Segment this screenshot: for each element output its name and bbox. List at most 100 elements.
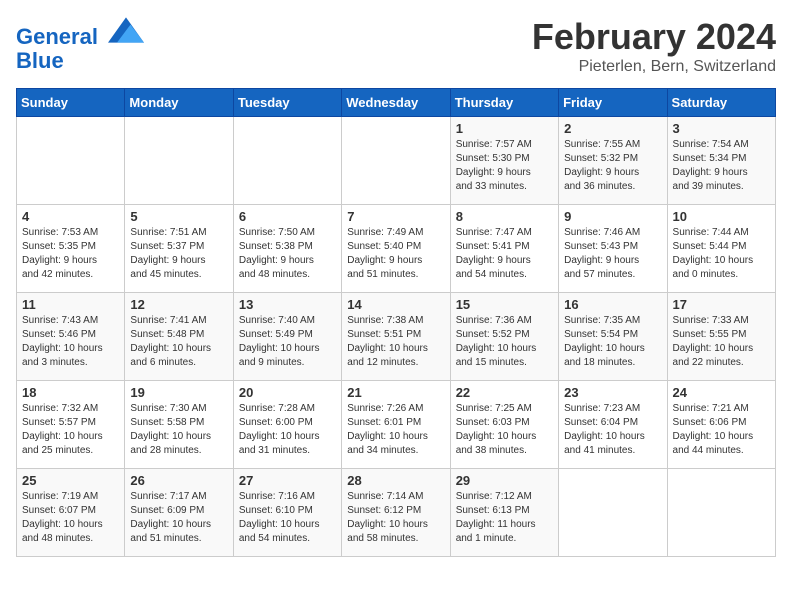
day-number: 20 <box>239 385 336 400</box>
calendar-cell: 29Sunrise: 7:12 AM Sunset: 6:13 PM Dayli… <box>450 469 558 557</box>
day-number: 26 <box>130 473 227 488</box>
day-info: Sunrise: 7:54 AM Sunset: 5:34 PM Dayligh… <box>673 138 770 194</box>
calendar-cell: 28Sunrise: 7:14 AM Sunset: 6:12 PM Dayli… <box>342 469 450 557</box>
calendar-cell: 3 Sunrise: 7:54 AM Sunset: 5:34 PM Daylig… <box>667 117 775 205</box>
day-number: 22 <box>456 385 553 400</box>
calendar-cell: 13 Sunrise: 7:40 AM Sunset: 5:49 PM Dayli… <box>233 293 341 381</box>
day-info: Sunrise: 7:44 AM Sunset: 5:44 PM Dayligh… <box>673 226 770 282</box>
calendar-cell <box>17 117 125 205</box>
calendar-cell: 9Sunrise: 7:46 AM Sunset: 5:43 PM Daylig… <box>559 205 667 293</box>
calendar-cell: 8Sunrise: 7:47 AM Sunset: 5:41 PM Daylig… <box>450 205 558 293</box>
calendar-cell: 21 Sunrise: 7:26 AM Sunset: 6:01 PM Dayli… <box>342 381 450 469</box>
day-info: Sunrise: 7:32 AM Sunset: 5:57 PM Dayligh… <box>22 402 119 458</box>
calendar-cell: 2Sunrise: 7:55 AM Sunset: 5:32 PM Daylig… <box>559 117 667 205</box>
day-info: Sunrise: 7:57 AM Sunset: 5:30 PM Dayligh… <box>456 138 553 194</box>
col-header-sunday: Sunday <box>17 89 125 117</box>
calendar-cell: 14 Sunrise: 7:38 AM Sunset: 5:51 PM Dayli… <box>342 293 450 381</box>
day-number: 29 <box>456 473 553 488</box>
day-number: 1 <box>456 121 553 136</box>
logo: General Blue <box>16 16 144 73</box>
day-number: 4 <box>22 209 119 224</box>
day-info: Sunrise: 7:30 AM Sunset: 5:58 PM Dayligh… <box>130 402 227 458</box>
title-block: February 2024 Pieterlen, Bern, Switzerla… <box>532 16 776 76</box>
logo-blue: Blue <box>16 48 64 73</box>
calendar-cell: 6 Sunrise: 7:50 AM Sunset: 5:38 PM Daylig… <box>233 205 341 293</box>
day-info: Sunrise: 7:38 AM Sunset: 5:51 PM Dayligh… <box>347 314 444 370</box>
calendar-cell: 23 Sunrise: 7:23 AM Sunset: 6:04 PM Dayli… <box>559 381 667 469</box>
calendar-week-3: 11 Sunrise: 7:43 AM Sunset: 5:46 PM Dayli… <box>17 293 776 381</box>
day-info: Sunrise: 7:21 AM Sunset: 6:06 PM Dayligh… <box>673 402 770 458</box>
day-info: Sunrise: 7:43 AM Sunset: 5:46 PM Dayligh… <box>22 314 119 370</box>
calendar-cell <box>559 469 667 557</box>
calendar-table: SundayMondayTuesdayWednesdayThursdayFrid… <box>16 88 776 557</box>
calendar-cell <box>125 117 233 205</box>
day-info: Sunrise: 7:16 AM Sunset: 6:10 PM Dayligh… <box>239 490 336 546</box>
day-number: 3 <box>673 121 770 136</box>
logo-icon <box>108 16 144 44</box>
day-number: 21 <box>347 385 444 400</box>
col-header-thursday: Thursday <box>450 89 558 117</box>
col-header-monday: Monday <box>125 89 233 117</box>
day-number: 25 <box>22 473 119 488</box>
day-number: 28 <box>347 473 444 488</box>
day-info: Sunrise: 7:40 AM Sunset: 5:49 PM Dayligh… <box>239 314 336 370</box>
day-info: Sunrise: 7:19 AM Sunset: 6:07 PM Dayligh… <box>22 490 119 546</box>
calendar-header-row: SundayMondayTuesdayWednesdayThursdayFrid… <box>17 89 776 117</box>
day-number: 7 <box>347 209 444 224</box>
day-info: Sunrise: 7:41 AM Sunset: 5:48 PM Dayligh… <box>130 314 227 370</box>
calendar-cell: 4 Sunrise: 7:53 AM Sunset: 5:35 PM Daylig… <box>17 205 125 293</box>
day-number: 18 <box>22 385 119 400</box>
day-number: 8 <box>456 209 553 224</box>
day-number: 14 <box>347 297 444 312</box>
calendar-cell: 27 Sunrise: 7:16 AM Sunset: 6:10 PM Dayli… <box>233 469 341 557</box>
day-number: 19 <box>130 385 227 400</box>
col-header-friday: Friday <box>559 89 667 117</box>
day-number: 16 <box>564 297 661 312</box>
day-info: Sunrise: 7:50 AM Sunset: 5:38 PM Dayligh… <box>239 226 336 282</box>
calendar-week-4: 18 Sunrise: 7:32 AM Sunset: 5:57 PM Dayli… <box>17 381 776 469</box>
calendar-cell: 26 Sunrise: 7:17 AM Sunset: 6:09 PM Dayli… <box>125 469 233 557</box>
day-info: Sunrise: 7:53 AM Sunset: 5:35 PM Dayligh… <box>22 226 119 282</box>
calendar-week-1: 1 Sunrise: 7:57 AM Sunset: 5:30 PM Daylig… <box>17 117 776 205</box>
day-info: Sunrise: 7:25 AM Sunset: 6:03 PM Dayligh… <box>456 402 553 458</box>
day-number: 5 <box>130 209 227 224</box>
day-info: Sunrise: 7:33 AM Sunset: 5:55 PM Dayligh… <box>673 314 770 370</box>
day-number: 23 <box>564 385 661 400</box>
col-header-tuesday: Tuesday <box>233 89 341 117</box>
col-header-saturday: Saturday <box>667 89 775 117</box>
calendar-cell: 10Sunrise: 7:44 AM Sunset: 5:44 PM Dayli… <box>667 205 775 293</box>
calendar-cell: 18 Sunrise: 7:32 AM Sunset: 5:57 PM Dayli… <box>17 381 125 469</box>
calendar-cell: 12 Sunrise: 7:41 AM Sunset: 5:48 PM Dayli… <box>125 293 233 381</box>
calendar-cell: 5 Sunrise: 7:51 AM Sunset: 5:37 PM Daylig… <box>125 205 233 293</box>
day-info: Sunrise: 7:23 AM Sunset: 6:04 PM Dayligh… <box>564 402 661 458</box>
logo-general: General <box>16 24 98 49</box>
calendar-cell: 7 Sunrise: 7:49 AM Sunset: 5:40 PM Daylig… <box>342 205 450 293</box>
day-info: Sunrise: 7:35 AM Sunset: 5:54 PM Dayligh… <box>564 314 661 370</box>
location: Pieterlen, Bern, Switzerland <box>532 58 776 76</box>
day-number: 13 <box>239 297 336 312</box>
calendar-cell: 20 Sunrise: 7:28 AM Sunset: 6:00 PM Dayli… <box>233 381 341 469</box>
day-info: Sunrise: 7:49 AM Sunset: 5:40 PM Dayligh… <box>347 226 444 282</box>
calendar-cell: 17 Sunrise: 7:33 AM Sunset: 5:55 PM Dayli… <box>667 293 775 381</box>
calendar-week-2: 4 Sunrise: 7:53 AM Sunset: 5:35 PM Daylig… <box>17 205 776 293</box>
calendar-cell: 19 Sunrise: 7:30 AM Sunset: 5:58 PM Dayli… <box>125 381 233 469</box>
day-number: 27 <box>239 473 336 488</box>
calendar-cell <box>233 117 341 205</box>
month-title: February 2024 <box>532 16 776 58</box>
day-info: Sunrise: 7:51 AM Sunset: 5:37 PM Dayligh… <box>130 226 227 282</box>
day-info: Sunrise: 7:26 AM Sunset: 6:01 PM Dayligh… <box>347 402 444 458</box>
day-info: Sunrise: 7:28 AM Sunset: 6:00 PM Dayligh… <box>239 402 336 458</box>
day-number: 12 <box>130 297 227 312</box>
day-number: 6 <box>239 209 336 224</box>
day-info: Sunrise: 7:36 AM Sunset: 5:52 PM Dayligh… <box>456 314 553 370</box>
calendar-cell <box>342 117 450 205</box>
day-info: Sunrise: 7:17 AM Sunset: 6:09 PM Dayligh… <box>130 490 227 546</box>
day-number: 17 <box>673 297 770 312</box>
day-info: Sunrise: 7:55 AM Sunset: 5:32 PM Dayligh… <box>564 138 661 194</box>
calendar-cell: 16 Sunrise: 7:35 AM Sunset: 5:54 PM Dayli… <box>559 293 667 381</box>
calendar-week-5: 25 Sunrise: 7:19 AM Sunset: 6:07 PM Dayli… <box>17 469 776 557</box>
day-number: 11 <box>22 297 119 312</box>
calendar-cell: 25 Sunrise: 7:19 AM Sunset: 6:07 PM Dayli… <box>17 469 125 557</box>
day-info: Sunrise: 7:46 AM Sunset: 5:43 PM Dayligh… <box>564 226 661 282</box>
day-number: 15 <box>456 297 553 312</box>
